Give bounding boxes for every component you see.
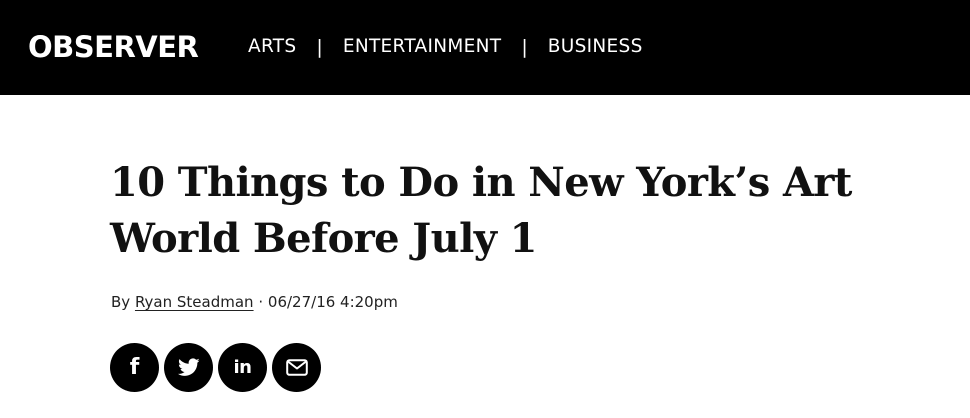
- site-header: OBSERVER ARTS | ENTERTAINMENT | BUSINESS: [0, 0, 970, 95]
- share-email-button[interactable]: [272, 343, 321, 392]
- nav-separator: |: [521, 36, 528, 58]
- linkedin-icon: in: [233, 356, 252, 378]
- byline-divider: ·: [258, 293, 264, 311]
- byline-prefix: By: [111, 293, 131, 311]
- section-nav: ARTS | ENTERTAINMENT | BUSINESS: [248, 34, 643, 60]
- author-link[interactable]: Ryan Steadman: [135, 293, 254, 311]
- nav-link-entertainment[interactable]: ENTERTAINMENT: [343, 34, 502, 60]
- nav-separator: |: [316, 36, 323, 58]
- share-facebook-button[interactable]: f: [110, 343, 159, 392]
- email-icon: [285, 359, 308, 376]
- facebook-icon: f: [129, 354, 140, 380]
- publish-timestamp: 06/27/16 4:20pm: [267, 293, 398, 311]
- share-twitter-button[interactable]: [164, 343, 213, 392]
- article-byline: By Ryan Steadman · 06/27/16 4:20pm: [111, 291, 398, 313]
- site-logo[interactable]: OBSERVER: [28, 29, 199, 65]
- share-linkedin-button[interactable]: in: [218, 343, 267, 392]
- nav-link-business[interactable]: BUSINESS: [548, 34, 643, 60]
- twitter-icon: [177, 358, 200, 376]
- share-buttons: f in: [110, 343, 326, 392]
- article-headline: 10 Things to Do in New York’s Art World …: [110, 159, 852, 262]
- nav-link-arts[interactable]: ARTS: [248, 34, 296, 60]
